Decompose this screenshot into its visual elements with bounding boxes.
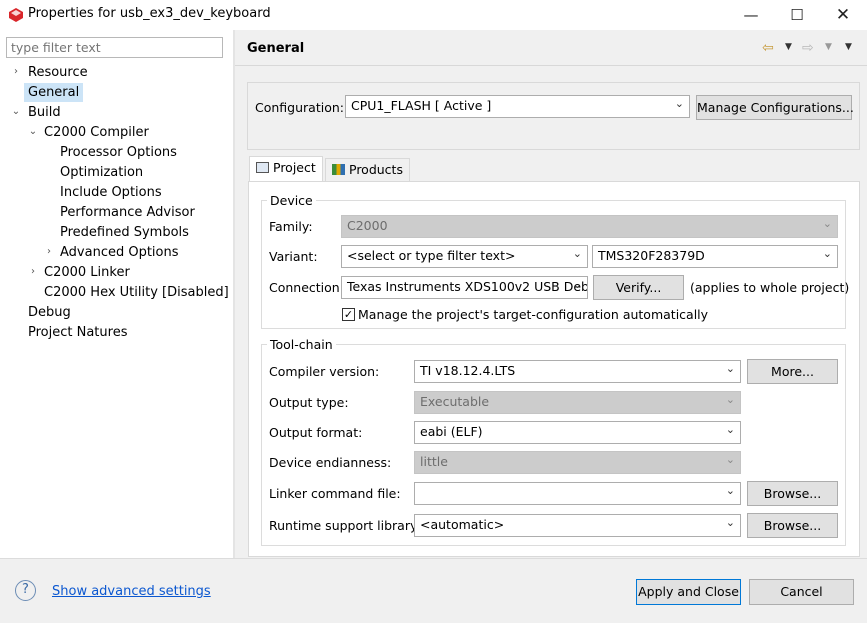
compiler-version-label: Compiler version:	[269, 364, 380, 379]
sidebar-item-performance-advisor[interactable]: Performance Advisor	[60, 203, 195, 222]
family-select: C2000 ⌄	[341, 215, 838, 238]
chevron-down-icon[interactable]: ⌄	[28, 126, 38, 137]
linker-cmd-select[interactable]: ⌄	[414, 482, 741, 505]
toolchain-group-title: Tool-chain	[267, 337, 336, 352]
chevron-right-icon[interactable]: ›	[44, 246, 54, 257]
device-group-title: Device	[267, 193, 316, 208]
apply-and-close-button[interactable]: Apply and Close	[636, 579, 741, 605]
sidebar-item-include-options[interactable]: Include Options	[60, 183, 162, 202]
panel-divider[interactable]	[233, 30, 235, 558]
runtime-lib-select[interactable]: <automatic> ⌄	[414, 514, 741, 537]
products-icon	[332, 164, 345, 175]
connection-select[interactable]: Texas Instruments XDS100v2 USB Deb ⌄	[341, 276, 588, 299]
family-label: Family:	[269, 219, 313, 234]
sidebar-item-processor-options[interactable]: Processor Options	[60, 143, 177, 162]
chevron-down-icon[interactable]: ⌄	[11, 106, 21, 117]
runtime-lib-label: Runtime support library:	[269, 518, 421, 533]
sidebar-item-project-natures[interactable]: Project Natures	[28, 323, 127, 342]
manage-configurations-button[interactable]: Manage Configurations...	[696, 95, 854, 120]
forward-arrow-icon[interactable]: ⇨	[802, 40, 814, 56]
sidebar-item-c2000-hex-utility[interactable]: C2000 Hex Utility [Disabled]	[44, 283, 229, 302]
tab-products[interactable]: Products	[325, 158, 410, 182]
variant-filter-input[interactable]: <select or type filter text> ⌄	[341, 245, 588, 268]
page-title: General	[247, 41, 305, 56]
chevron-down-icon: ⌄	[572, 278, 582, 291]
help-icon[interactable]: ?	[15, 580, 36, 601]
linker-cmd-label: Linker command file:	[269, 486, 401, 501]
chevron-down-icon[interactable]: ▼	[825, 42, 832, 52]
manage-target-checkbox[interactable]: ✓	[342, 308, 355, 321]
app-icon	[8, 7, 24, 26]
variant-select[interactable]: TMS320F28379D ⌄	[592, 245, 838, 268]
browse-runtime-button[interactable]: Browse...	[747, 513, 838, 538]
sidebar-item-build[interactable]: Build	[28, 103, 61, 122]
view-menu-icon[interactable]: ▼	[845, 42, 852, 52]
sidebar-item-advanced-options[interactable]: Advanced Options	[60, 243, 179, 262]
filter-input[interactable]	[6, 37, 223, 58]
sidebar-item-predefined-symbols[interactable]: Predefined Symbols	[60, 223, 189, 242]
output-format-select[interactable]: eabi (ELF) ⌄	[414, 421, 741, 444]
chevron-down-icon: ⌄	[822, 247, 832, 260]
configuration-value: CPU1_FLASH [ Active ]	[351, 98, 492, 113]
show-advanced-settings-link[interactable]: Show advanced settings	[52, 584, 211, 599]
endianness-select: little ⌄	[414, 451, 741, 474]
more-button[interactable]: More...	[747, 359, 838, 384]
maximize-icon[interactable]: ☐	[774, 0, 820, 30]
chevron-down-icon: ⌄	[725, 423, 735, 436]
cancel-button[interactable]: Cancel	[749, 579, 854, 605]
endianness-label: Device endianness:	[269, 455, 392, 470]
sidebar-item-c2000-compiler[interactable]: C2000 Compiler	[44, 123, 149, 142]
close-icon[interactable]: ✕	[820, 0, 866, 30]
output-type-label: Output type:	[269, 395, 349, 410]
chevron-down-icon: ⌄	[674, 97, 684, 110]
output-type-select: Executable ⌄	[414, 391, 741, 414]
tab-project[interactable]: Project	[249, 156, 323, 182]
compiler-version-select[interactable]: TI v18.12.4.LTS ⌄	[414, 360, 741, 383]
chevron-down-icon: ⌄	[725, 453, 735, 466]
chevron-down-icon[interactable]: ▼	[785, 42, 792, 52]
manage-target-label: Manage the project's target-configuratio…	[358, 307, 709, 322]
minimize-icon[interactable]: —	[728, 0, 774, 30]
chevron-down-icon: ⌄	[725, 393, 735, 406]
connection-note: (applies to whole project)	[690, 280, 850, 295]
chevron-down-icon: ⌄	[725, 484, 735, 497]
chevron-down-icon: ⌄	[822, 217, 832, 230]
back-arrow-icon[interactable]: ⇦	[762, 40, 774, 56]
output-format-label: Output format:	[269, 425, 363, 440]
configuration-label: Configuration:	[255, 100, 344, 115]
configuration-select[interactable]: CPU1_FLASH [ Active ] ⌄	[345, 95, 690, 118]
chevron-right-icon[interactable]: ›	[28, 266, 38, 277]
browse-linker-button[interactable]: Browse...	[747, 481, 838, 506]
sidebar-item-general[interactable]: General	[24, 83, 84, 102]
chevron-down-icon: ⌄	[725, 362, 735, 375]
sidebar-item-resource[interactable]: Resource	[28, 63, 88, 82]
sidebar-item-c2000-linker[interactable]: C2000 Linker	[44, 263, 130, 282]
chevron-down-icon: ⌄	[725, 516, 735, 529]
chevron-right-icon[interactable]: ›	[11, 66, 21, 77]
window-title: Properties for usb_ex3_dev_keyboard	[28, 6, 271, 21]
verify-button[interactable]: Verify...	[593, 275, 684, 300]
connection-label: Connection:	[269, 280, 344, 295]
sidebar-item-debug[interactable]: Debug	[28, 303, 71, 322]
sidebar-item-optimization[interactable]: Optimization	[60, 163, 143, 182]
project-icon	[256, 162, 269, 173]
variant-label: Variant:	[269, 249, 318, 264]
chevron-down-icon: ⌄	[572, 247, 582, 260]
